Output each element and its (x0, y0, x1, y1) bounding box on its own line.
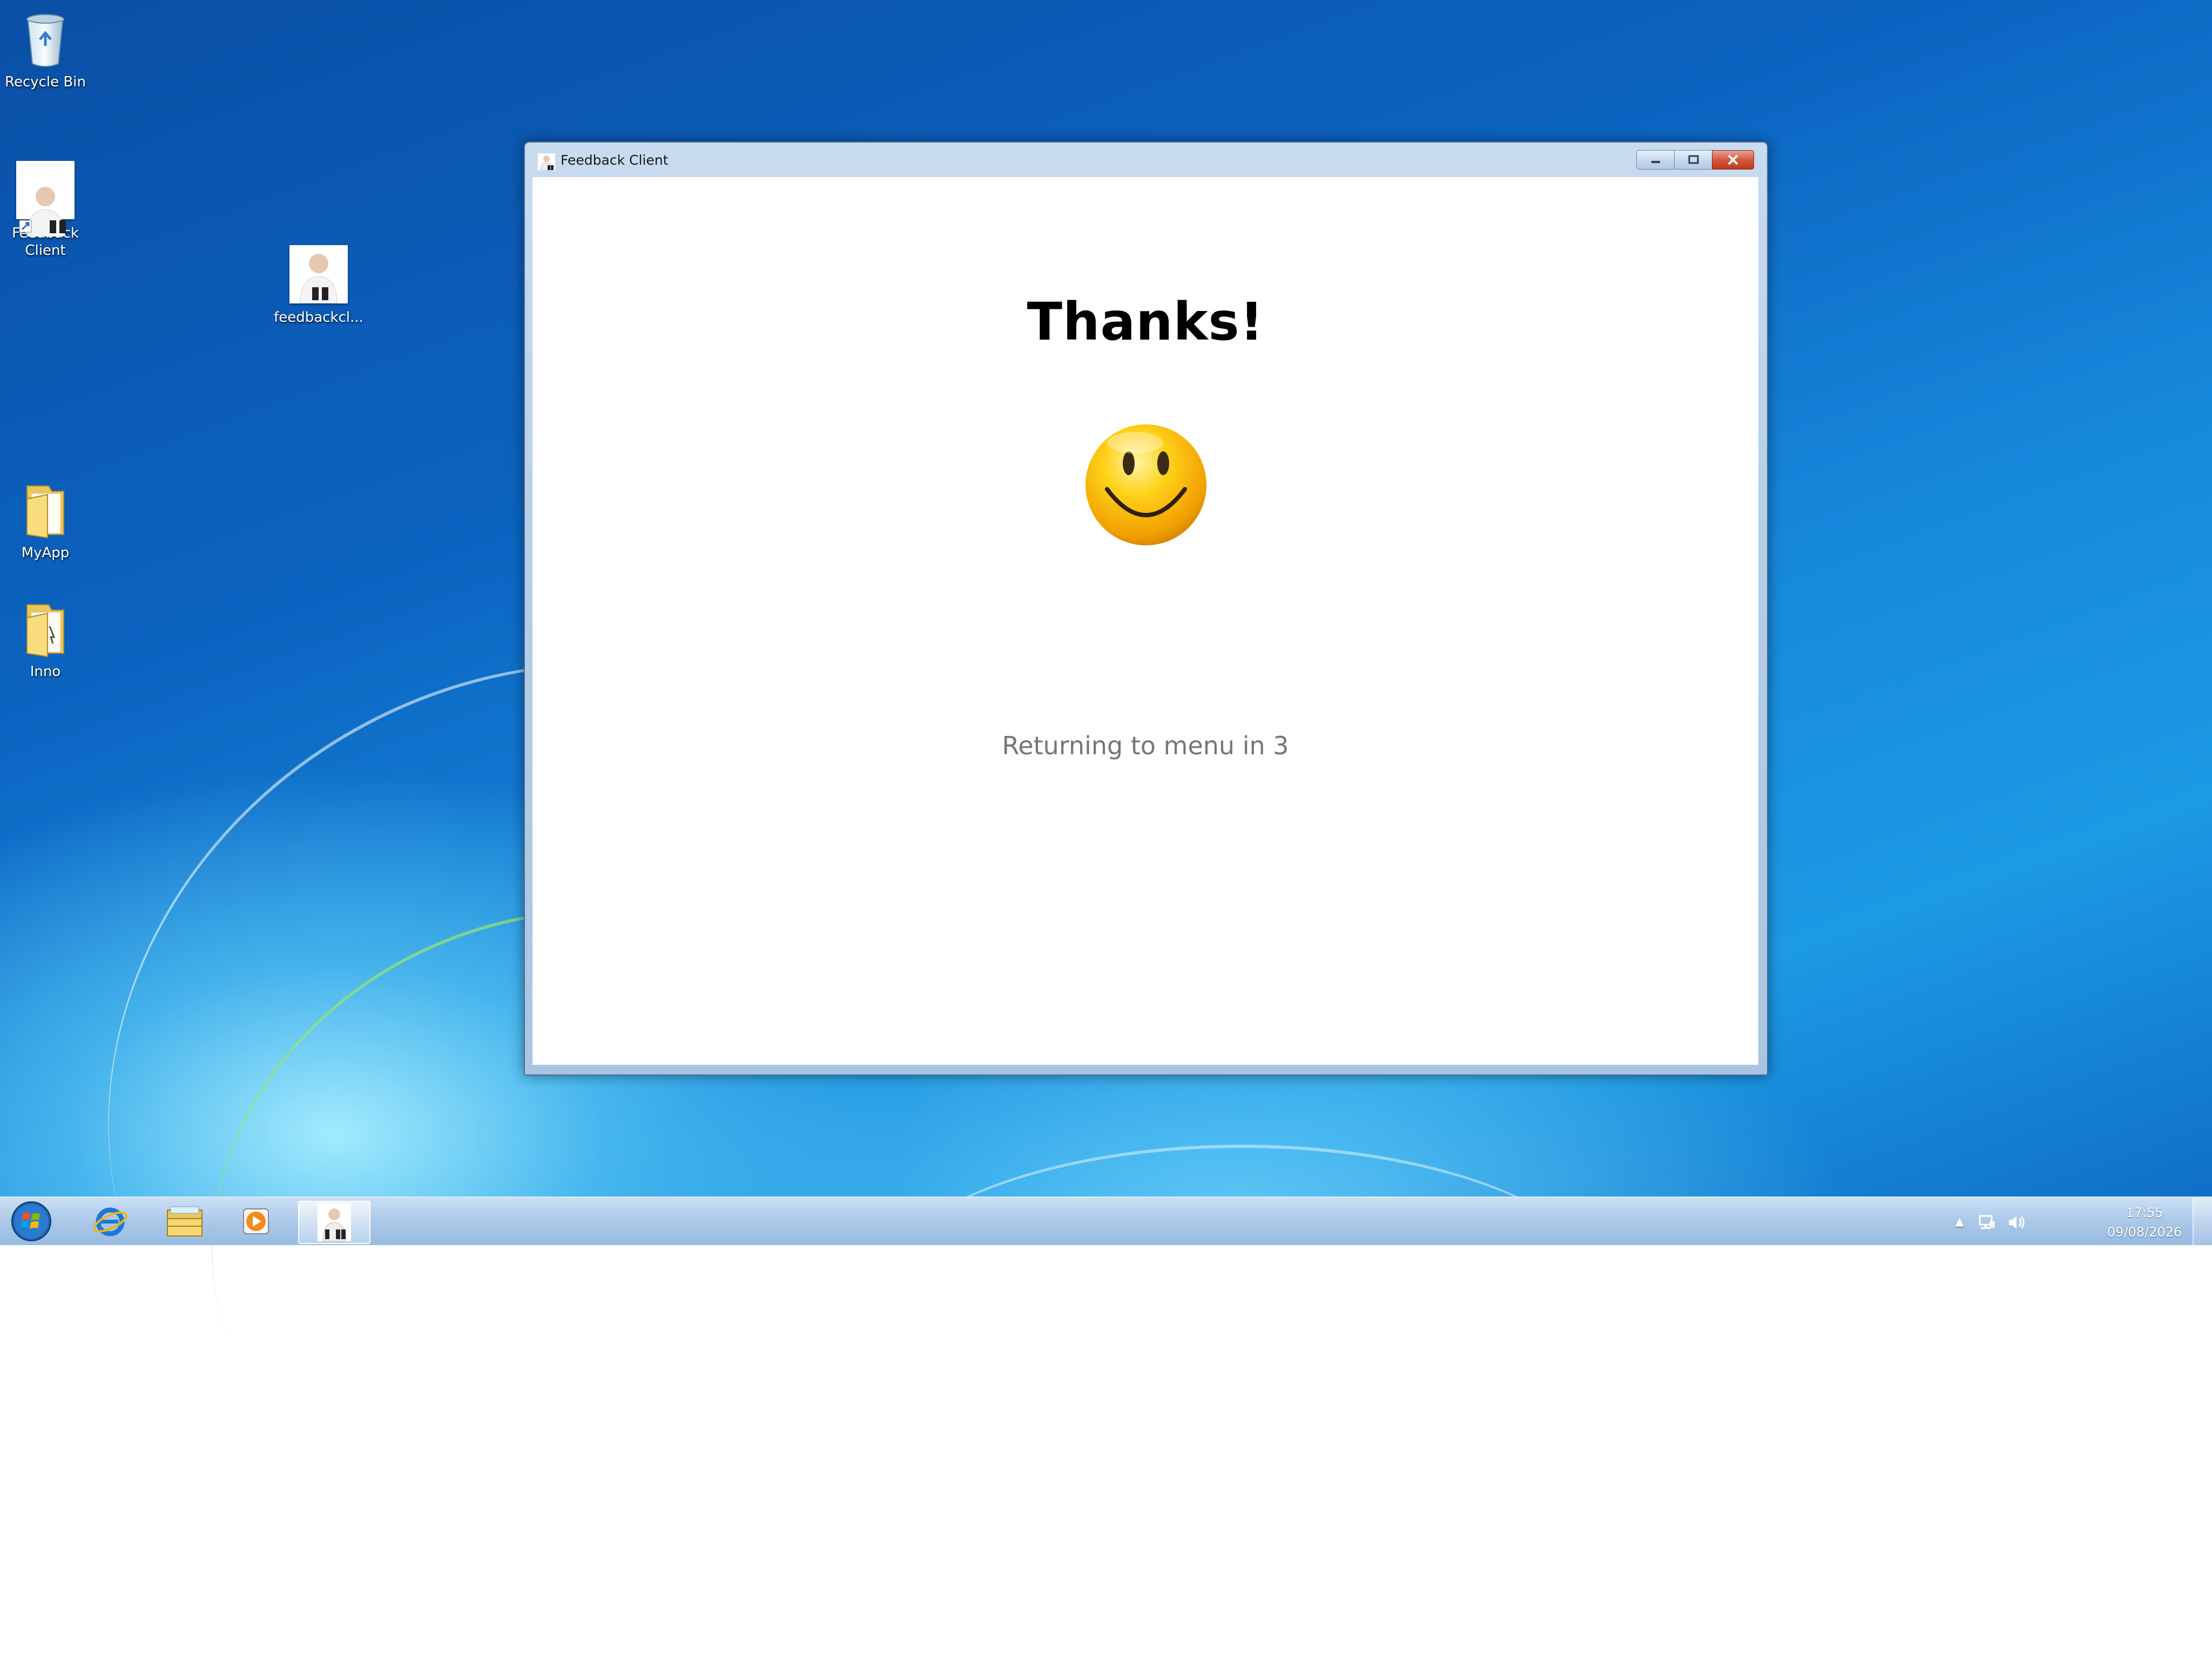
clock-date: 09/08/2026 (2107, 1225, 2182, 1240)
wallpaper-swoosh (864, 1145, 1620, 1472)
show-desktop-button[interactable] (2193, 1198, 2212, 1245)
recycle-bin-icon (15, 10, 76, 70)
clock-time: 17:55 (2126, 1205, 2163, 1220)
feedback-client-shortcut-icon (15, 144, 76, 237)
desktop-icon-label: Recycle Bin (5, 74, 86, 90)
minimize-icon (1651, 161, 1660, 163)
feedback-client-icon (318, 1204, 351, 1241)
taskbar-internet-explorer[interactable] (77, 1201, 144, 1242)
taskbar-feedback-client[interactable] (298, 1201, 370, 1244)
close-icon (1728, 154, 1738, 165)
window-title: Feedback Client (561, 152, 669, 168)
taskbar: ▲ 17:55 09/08/2026 (0, 1197, 2212, 1245)
folder-icon (15, 481, 76, 541)
countdown-text: Returning to menu in 3 (1002, 731, 1289, 760)
thanks-heading: Thanks! (1027, 292, 1264, 352)
minimize-button[interactable] (1636, 150, 1675, 170)
desktop-icon-label: MyApp (21, 545, 70, 561)
desktop-background: Recycle Bin Feedback Client (0, 0, 2212, 1656)
feedback-client-exe-icon (288, 245, 349, 306)
desktop-icon-myapp[interactable]: MyApp (0, 481, 94, 562)
desktop-icon-feedback-client[interactable]: Feedback Client (0, 126, 94, 259)
taskbar-media-player[interactable] (222, 1201, 289, 1242)
maximize-icon (1688, 155, 1699, 164)
desktop-icon-label: feedbackcl... (274, 309, 363, 326)
close-button[interactable] (1712, 150, 1754, 170)
start-button[interactable] (8, 1200, 55, 1243)
smiley-face-icon (1085, 424, 1206, 545)
taskbar-clock[interactable]: 17:55 09/08/2026 (2099, 1203, 2190, 1242)
network-icon[interactable] (1978, 1213, 1997, 1236)
media-player-icon (243, 1208, 269, 1234)
internet-explorer-icon (93, 1207, 127, 1236)
window-content: Thanks! Returning to menu in 3 (532, 177, 1758, 1065)
windows-logo-icon (11, 1201, 51, 1241)
taskbar-windows-explorer[interactable] (151, 1201, 218, 1242)
feedback-client-icon (538, 153, 555, 171)
maximize-button[interactable] (1674, 150, 1713, 170)
feedback-client-window: Feedback Client Thanks! Returning to men… (524, 141, 1768, 1076)
desktop-icon-inno[interactable]: Inno (0, 599, 94, 680)
desktop-icon-feedbackclient-exe[interactable]: feedbackcl... (270, 245, 367, 326)
window-titlebar[interactable]: Feedback Client (525, 143, 1767, 177)
desktop-icon-label: Inno (30, 664, 61, 680)
folder-icon (15, 599, 76, 660)
show-hidden-icons-arrow-icon[interactable]: ▲ (1955, 1215, 1964, 1228)
desktop-icon-recycle-bin[interactable]: Recycle Bin (0, 10, 94, 91)
system-tray: ▲ 17:55 09/08/2026 (1953, 1198, 2182, 1245)
folder-library-icon (167, 1206, 203, 1236)
volume-icon[interactable] (2007, 1213, 2026, 1236)
